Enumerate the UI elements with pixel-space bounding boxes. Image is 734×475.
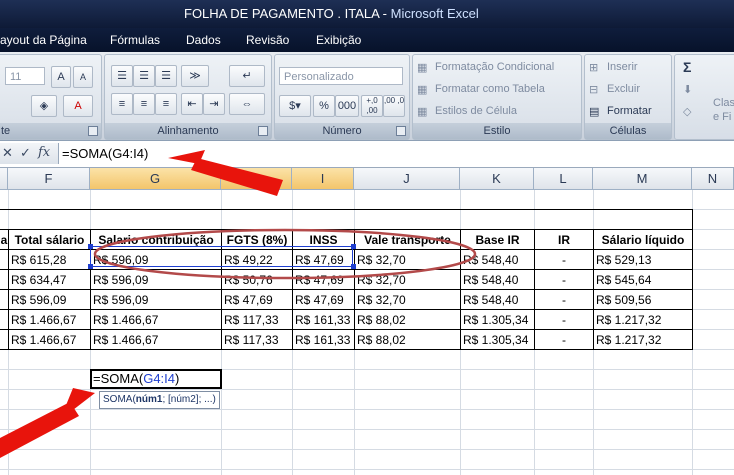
annotation-ellipse — [93, 228, 477, 280]
arrow-bottom-icon — [0, 388, 95, 458]
annotation-overlay — [0, 150, 477, 458]
arrow-top-icon — [168, 150, 283, 196]
